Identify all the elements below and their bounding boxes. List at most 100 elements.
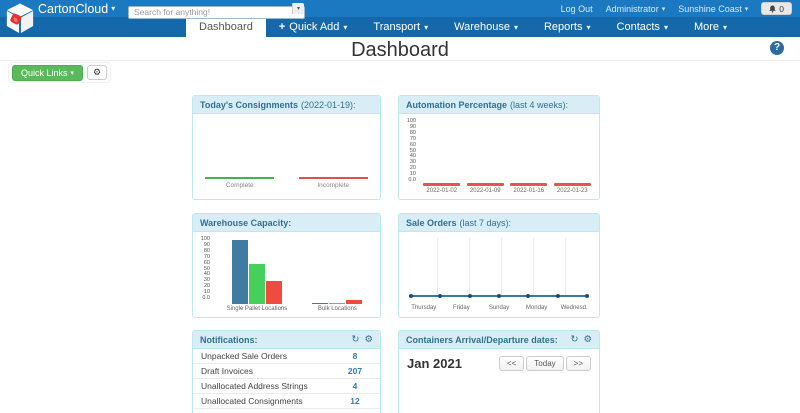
tab-contacts[interactable]: Contacts ▾ (604, 17, 681, 37)
data-point (556, 294, 560, 298)
bar (329, 303, 345, 304)
panel-sale-orders: Sale Orders (last 7 days): ThursdayFrida… (398, 213, 600, 318)
divider (0, 60, 800, 61)
x-axis-label: 2022-01-02 (426, 188, 457, 194)
notification-row[interactable]: Unallocated Delivery Runs2 (193, 409, 380, 413)
warehouse-plot: Single Pallet LocationsBulk Locations (214, 240, 375, 312)
tab-transport[interactable]: Transport ▾ (360, 17, 441, 37)
main-nav: Dashboard + Quick Add ▾ Transport ▾ Ware… (0, 17, 800, 37)
bar (232, 240, 248, 304)
chevron-down-icon: ▾ (343, 23, 347, 32)
x-axis-label: Bulk Locations (318, 306, 357, 312)
automation-plot: 2022-01-02 2022-01-09 2022-01-16 2022-01-23 (420, 183, 594, 194)
tab-more[interactable]: More ▾ (681, 17, 740, 37)
calendar-prev-button[interactable]: << (499, 356, 524, 371)
refresh-icon[interactable]: ↻ (352, 334, 360, 345)
cartoncloud-logo[interactable] (5, 2, 35, 35)
bar (346, 300, 362, 304)
tab-warehouse[interactable]: Warehouse ▾ (441, 17, 531, 37)
panel-title: Sale Orders (406, 218, 457, 228)
notification-row[interactable]: Draft Invoices207 (193, 364, 380, 379)
warehouse-yaxis: 1009080706050403020100.0 (196, 237, 210, 302)
tab-reports[interactable]: Reports ▾ (531, 17, 604, 37)
y-axis-tick: 0.0 (402, 178, 416, 184)
help-icon[interactable]: ? (770, 41, 784, 55)
calendar-month-label: Jan 2021 (407, 356, 462, 371)
refresh-icon[interactable]: ↻ (571, 334, 579, 345)
bars (312, 240, 362, 304)
panel-notifications: Notifications: ↻ ⚙ Unpacked Sale Orders 8… (192, 330, 381, 413)
bar (249, 264, 265, 304)
search-dropdown-button[interactable]: ▾ (292, 3, 304, 14)
chevron-down-icon: ▾ (424, 23, 428, 32)
chevron-down-icon: ▾ (587, 23, 591, 32)
chevron-down-icon: ▾ (111, 4, 115, 13)
tab-label: Reports (544, 21, 583, 33)
logout-link[interactable]: Log Out (561, 4, 593, 14)
legend-item: Complete (193, 177, 287, 189)
gridline (437, 238, 438, 295)
calendar-today-button[interactable]: Today (526, 356, 563, 371)
x-axis-label: Monday (526, 305, 547, 311)
notification-label: Unpacked Sale Orders (201, 351, 287, 361)
notifications-bell-button[interactable]: 0 (761, 2, 792, 15)
bell-count: 0 (779, 4, 784, 14)
legend-label: Incomplete (317, 182, 349, 189)
chevron-down-icon: ▾ (664, 23, 668, 32)
tab-dashboard[interactable]: Dashboard (186, 17, 266, 37)
gear-icon[interactable]: ⚙ (583, 334, 592, 345)
global-search: ▾ (128, 2, 305, 15)
gear-icon[interactable]: ⚙ (364, 334, 373, 345)
data-point (585, 294, 589, 298)
notification-count: 4 (338, 381, 372, 391)
gear-icon: ⚙ (93, 67, 101, 77)
bar-group: Bulk Locations (312, 240, 362, 312)
notification-count: 8 (338, 351, 372, 361)
notification-row[interactable]: Unpacked Sale Orders 8 (193, 349, 380, 364)
automation-bar-column: 2022-01-23 (551, 183, 595, 194)
panel-subtitle: (last 4 weeks): (510, 100, 568, 110)
region-menu[interactable]: Sunshine Coast ▾ (678, 4, 748, 14)
panel-header: Sale Orders (last 7 days): (399, 214, 599, 232)
quick-links-label: Quick Links (21, 68, 68, 78)
legend-line (205, 177, 274, 179)
bar (266, 281, 282, 304)
notifications-list: Unpacked Sale Orders8Draft Invoices207Un… (193, 349, 380, 413)
panel-subtitle: (2022-01-19): (301, 100, 356, 110)
panel-title: Notifications: (200, 335, 258, 345)
quick-links-gear-button[interactable]: ⚙ (87, 65, 107, 80)
tab-label: Contacts (617, 21, 660, 33)
chevron-down-icon: ▾ (745, 5, 749, 13)
search-input[interactable] (128, 6, 305, 19)
legend-line (299, 177, 368, 179)
page-title: Dashboard (0, 39, 800, 62)
warehouse-capacity-chart: 1009080706050403020100.0 Single Pallet L… (193, 232, 380, 317)
quick-links-button[interactable]: Quick Links ▾ (12, 65, 83, 81)
administrator-menu[interactable]: Administrator ▾ (606, 4, 666, 14)
legend-item: Incomplete (287, 177, 381, 189)
notification-row[interactable]: Unallocated Address Strings4 (193, 379, 380, 394)
panel-header: Today's Consignments (2022-01-19): (193, 96, 380, 114)
x-axis-label: Sunday (489, 305, 509, 311)
tab-label: Transport (373, 21, 420, 33)
automation-chart: 1009080706050403020100.0 2022-01-022022-… (399, 114, 599, 199)
containers-calendar: Jan 2021 << Today >> (399, 349, 599, 413)
calendar-next-button[interactable]: >> (566, 356, 591, 371)
panel-header: Containers Arrival/Departure dates: ↻ ⚙ (399, 331, 599, 349)
chevron-down-icon: ▾ (662, 5, 666, 13)
panel-header: Notifications: ↻ ⚙ (193, 331, 380, 349)
tab-label: Quick Add (289, 21, 339, 33)
sale-orders-plot: ThursdayFridaySundayMondayWednesd. (405, 236, 593, 311)
bell-icon (769, 5, 776, 13)
automation-bar-column: 2022-01-09 (464, 183, 508, 194)
zero-value-bar (423, 183, 460, 186)
administrator-label: Administrator (606, 4, 659, 14)
x-axis-label: 2022-01-16 (513, 188, 544, 194)
notification-row[interactable]: Unallocated Consignments12 (193, 394, 380, 409)
quick-links-toolbar: Quick Links ▾ ⚙ (8, 62, 111, 83)
gridline (469, 238, 470, 295)
panel-header: Warehouse Capacity: (193, 214, 380, 232)
x-axis-label: Wednesd. (561, 305, 588, 311)
brand-menu[interactable]: CartonCloud ▾ (38, 0, 115, 17)
tab-quick-add[interactable]: + Quick Add ▾ (266, 17, 361, 37)
